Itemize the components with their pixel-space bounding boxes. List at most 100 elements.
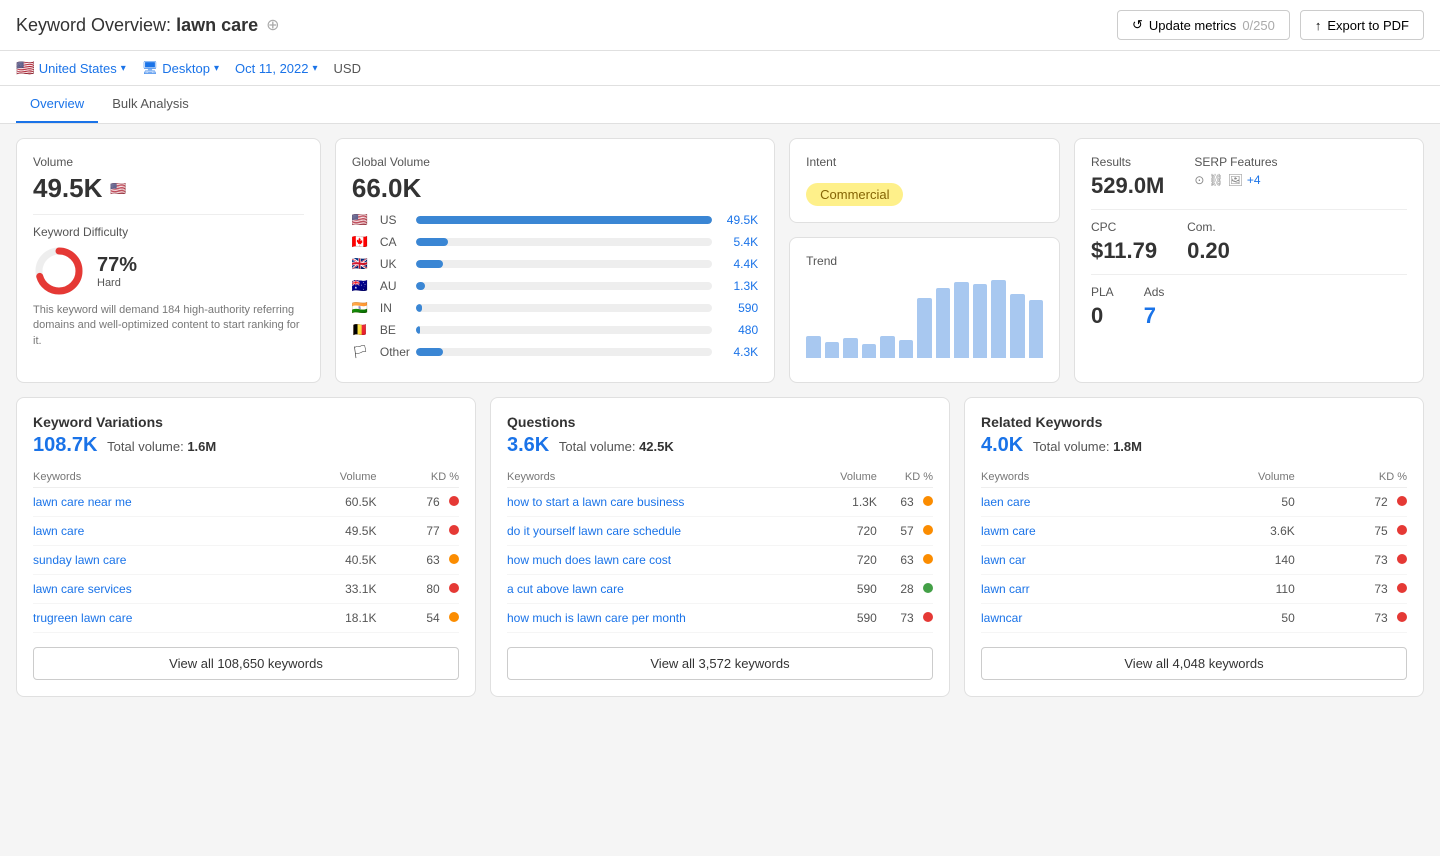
top-row: Volume 49.5K 🇺🇸 Keyword Difficulty 7 <box>16 138 1424 383</box>
country-chevron-icon: ▾ <box>121 63 126 74</box>
pla-ads-row: PLA 0 Ads 7 <box>1091 285 1407 329</box>
main-content: Volume 49.5K 🇺🇸 Keyword Difficulty 7 <box>0 124 1440 711</box>
trend-bar-13 <box>1029 300 1044 358</box>
kw-link[interactable]: lawm care <box>981 524 1036 538</box>
global-volume-label: Global Volume <box>352 155 758 169</box>
serp-more-label: +4 <box>1247 173 1261 187</box>
kw-link[interactable]: how much is lawn care per month <box>507 611 686 625</box>
global-volume-value: 66.0K <box>352 173 758 204</box>
kw-link[interactable]: trugreen lawn care <box>33 611 132 625</box>
top-bar: Keyword Overview: lawn care ⊕ ↺ Update m… <box>0 0 1440 51</box>
related-keywords-card: Related Keywords 4.0K Total volume: 1.8M… <box>964 397 1424 697</box>
view-all-kw-variations-button[interactable]: View all 108,650 keywords <box>33 647 459 680</box>
kd-dot-orange <box>923 496 933 506</box>
kd-section: Keyword Difficulty 77% Hard This keyword… <box>33 225 304 349</box>
view-all-related-button[interactable]: View all 4,048 keywords <box>981 647 1407 680</box>
kw-link[interactable]: how much does lawn care cost <box>507 553 671 567</box>
col-keywords-header: Keywords <box>507 467 814 488</box>
keyword-variations-card: Keyword Variations 108.7K Total volume: … <box>16 397 476 697</box>
country-filter[interactable]: 🇺🇸 United States ▾ <box>16 59 126 77</box>
col-kd-header: KD % <box>1295 467 1407 488</box>
intent-badge: Commercial <box>806 183 903 206</box>
kd-dot-red <box>1397 525 1407 535</box>
related-keywords-total: Total volume: 1.8M <box>1033 439 1142 454</box>
serp-block: SERP Features ⊙ ⛓ 🖼 +4 <box>1194 155 1277 199</box>
col-kd-header: KD % <box>877 467 933 488</box>
table-row: lawm care 3.6K 75 <box>981 517 1407 546</box>
table-row: how to start a lawn care business 1.3K 6… <box>507 488 933 517</box>
table-row: lawn car 140 73 <box>981 546 1407 575</box>
filters-bar: 🇺🇸 United States ▾ 🖥 Desktop ▾ Oct 11, 2… <box>0 51 1440 86</box>
kw-link[interactable]: lawn car <box>981 553 1026 567</box>
table-row: lawn care near me 60.5K 76 <box>33 488 459 517</box>
questions-total: Total volume: 42.5K <box>559 439 674 454</box>
kw-link[interactable]: lawn care <box>33 524 84 538</box>
serp-icons: ⊙ ⛓ 🖼 +4 <box>1194 173 1277 187</box>
us-flag: 🇺🇸 <box>352 212 372 228</box>
update-metrics-button[interactable]: ↺ Update metrics 0/250 <box>1117 10 1290 40</box>
date-filter[interactable]: Oct 11, 2022 ▾ <box>235 61 318 76</box>
col-keywords-header: Keywords <box>33 467 284 488</box>
table-row: lawn carr 110 73 <box>981 575 1407 604</box>
pla-label: PLA <box>1091 285 1114 299</box>
table-row: lawn care 49.5K 77 <box>33 517 459 546</box>
tab-bulk-analysis[interactable]: Bulk Analysis <box>98 86 203 123</box>
kd-dot-red <box>923 612 933 622</box>
ads-label: Ads <box>1144 285 1165 299</box>
kd-dot-orange <box>923 554 933 564</box>
com-label: Com. <box>1187 220 1230 234</box>
kw-link[interactable]: sunday lawn care <box>33 553 126 567</box>
results-value: 529.0M <box>1091 173 1164 199</box>
pla-block: PLA 0 <box>1091 285 1114 329</box>
add-keyword-icon[interactable]: ⊕ <box>266 15 279 35</box>
trend-bar-1 <box>806 336 821 358</box>
cpc-block: CPC $11.79 <box>1091 220 1157 264</box>
gv-row-uk: 🇬🇧 UK 4.4K <box>352 256 758 272</box>
trend-bar-2 <box>825 342 840 358</box>
kw-link[interactable]: lawn carr <box>981 582 1030 596</box>
kw-link[interactable]: lawncar <box>981 611 1022 625</box>
ads-block: Ads 7 <box>1144 285 1165 329</box>
kw-link[interactable]: lawn care services <box>33 582 132 596</box>
kw-variations-table: Keywords Volume KD % lawn care near me 6… <box>33 467 459 633</box>
kd-percent: 77% <box>97 254 137 277</box>
kw-link[interactable]: lawn care near me <box>33 495 132 509</box>
kw-link[interactable]: a cut above lawn care <box>507 582 624 596</box>
kw-link[interactable]: do it yourself lawn care schedule <box>507 524 681 538</box>
cpc-label: CPC <box>1091 220 1157 234</box>
us-bar-track <box>416 216 712 224</box>
currency-label: USD <box>334 61 361 76</box>
kd-level: Hard <box>97 277 137 289</box>
related-keywords-count: 4.0K <box>981 434 1023 456</box>
intent-label: Intent <box>806 155 1043 169</box>
serp-label: SERP Features <box>1194 155 1277 169</box>
kd-dot-red <box>1397 583 1407 593</box>
top-bar-actions: ↺ Update metrics 0/250 ↑ Export to PDF <box>1117 10 1424 40</box>
trend-label: Trend <box>806 254 1043 268</box>
kd-dot-red <box>449 525 459 535</box>
col-volume-header: Volume <box>1169 467 1295 488</box>
tab-overview[interactable]: Overview <box>16 86 98 123</box>
com-value: 0.20 <box>1187 238 1230 264</box>
device-filter[interactable]: 🖥 Desktop ▾ <box>142 60 219 76</box>
table-row: sunday lawn care 40.5K 63 <box>33 546 459 575</box>
us-bar-fill <box>416 216 712 224</box>
kd-description: This keyword will demand 184 high-author… <box>33 303 304 349</box>
trend-bar-7 <box>917 298 932 358</box>
volume-value: 49.5K <box>33 173 102 204</box>
com-block: Com. 0.20 <box>1187 220 1230 264</box>
trend-bar-5 <box>880 336 895 358</box>
kd-row: 77% Hard <box>33 245 304 297</box>
table-row: trugreen lawn care 18.1K 54 <box>33 604 459 633</box>
trend-bar-3 <box>843 338 858 358</box>
gv-row-in: 🇮🇳 IN 590 <box>352 300 758 316</box>
export-pdf-button[interactable]: ↑ Export to PDF <box>1300 10 1424 40</box>
kw-link[interactable]: how to start a lawn care business <box>507 495 684 509</box>
kw-link[interactable]: laen care <box>981 495 1030 509</box>
intent-card: Intent Commercial <box>789 138 1060 223</box>
kw-variations-total: Total volume: 1.6M <box>107 439 216 454</box>
table-row: how much is lawn care per month 590 73 <box>507 604 933 633</box>
view-all-questions-button[interactable]: View all 3,572 keywords <box>507 647 933 680</box>
results-label: Results <box>1091 155 1164 169</box>
refresh-icon: ↺ <box>1132 17 1143 33</box>
